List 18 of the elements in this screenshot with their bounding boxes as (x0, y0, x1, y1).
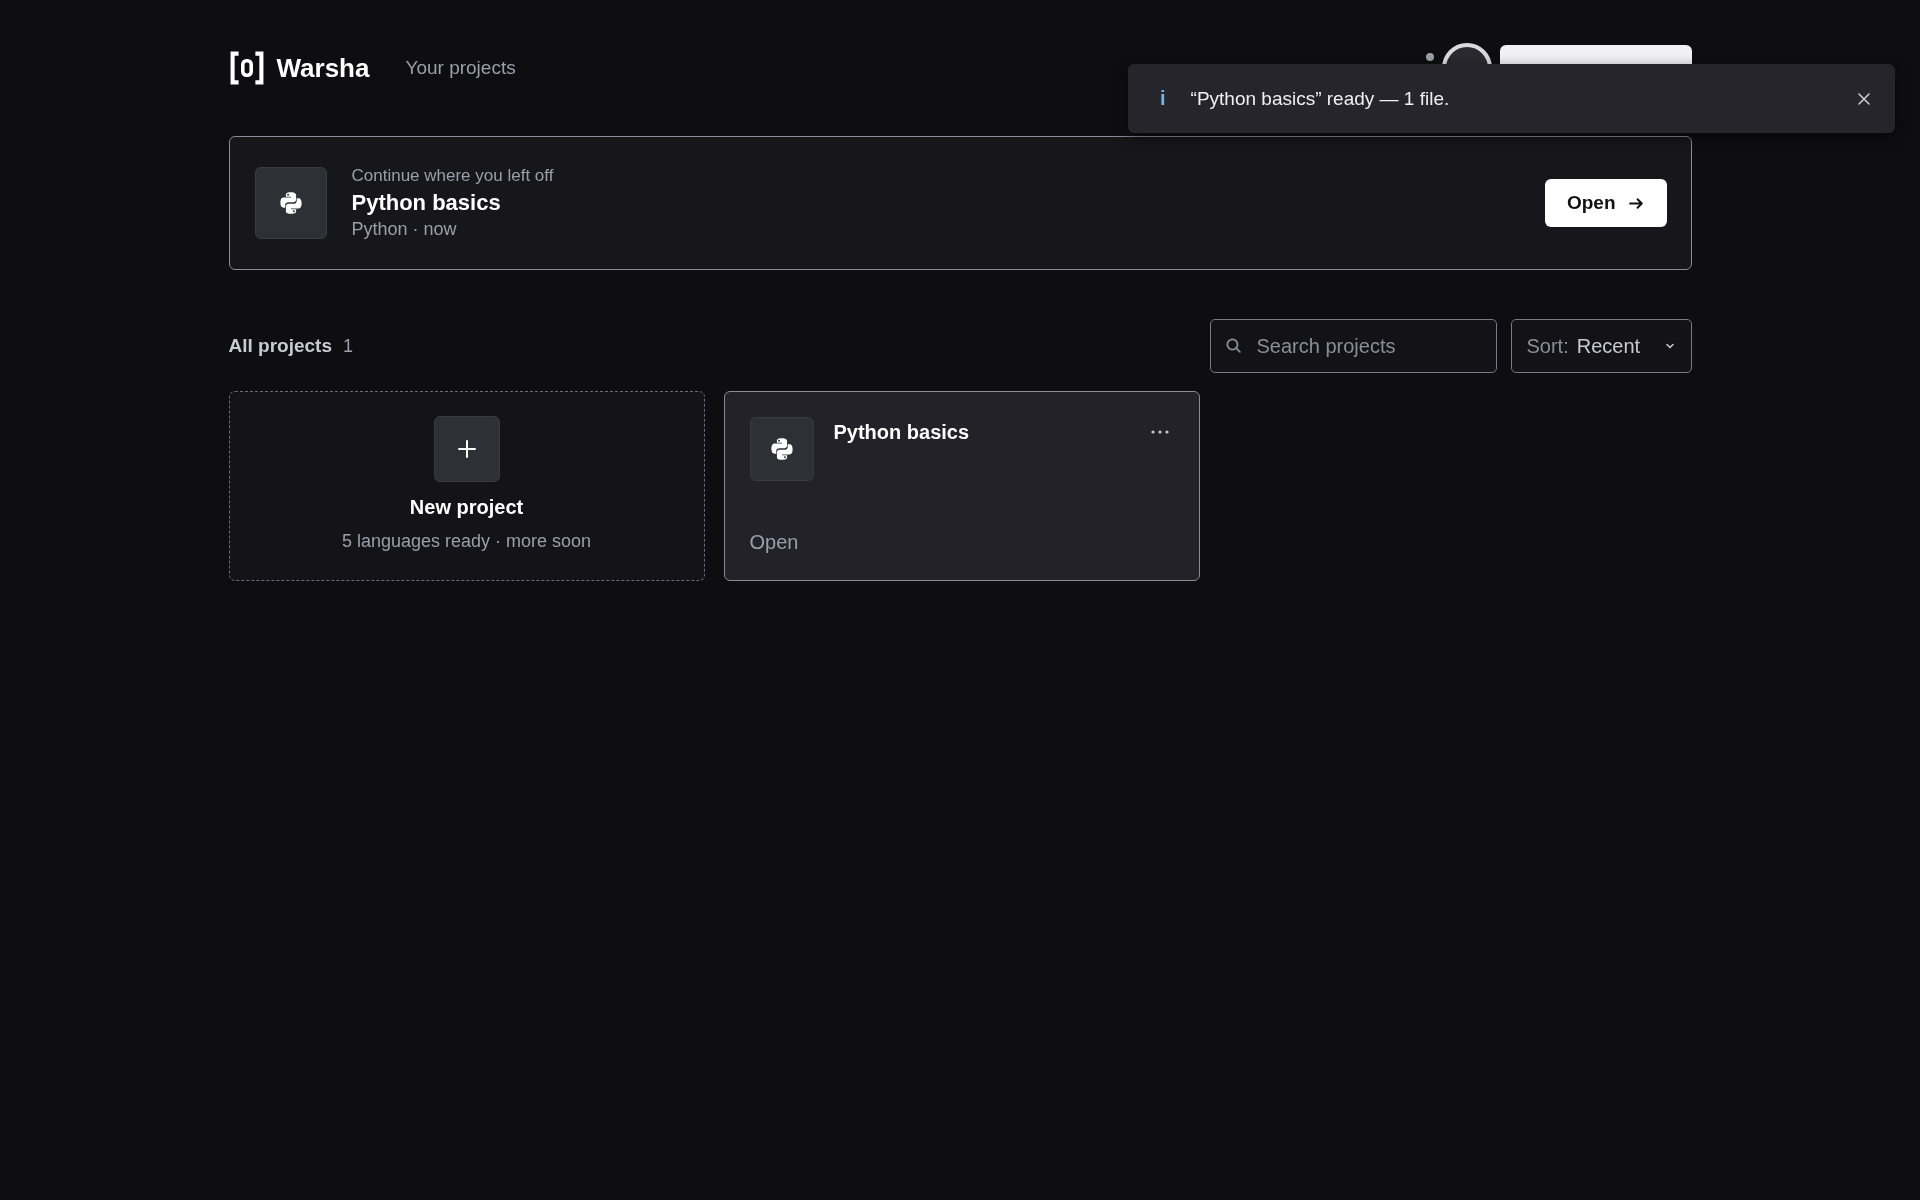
sort-dropdown[interactable]: Sort: Recent (1510, 319, 1692, 373)
section-title: All projects (228, 335, 332, 357)
info-icon: i (1160, 87, 1166, 110)
card-subtitle: 5 languages ready · more soon (341, 531, 592, 552)
new-project-card[interactable]: New project 5 languages ready · more soon (228, 391, 705, 581)
project-meta: Python · now (351, 219, 458, 240)
project-count: 1 (343, 336, 353, 357)
brand-name: Warsha (276, 52, 370, 84)
toast-message: “Python basics” ready — 1 file. (1190, 87, 1450, 110)
card-title: Python basics (833, 421, 970, 444)
card-title: New project (409, 496, 524, 519)
open-button[interactable]: Open (1544, 179, 1667, 227)
project-title: Python basics (351, 190, 502, 216)
continue-caption: Continue where you left off (351, 166, 554, 186)
nav-link[interactable]: Your projects (405, 57, 516, 79)
search-field[interactable]: Search projects (1209, 319, 1497, 373)
project-card[interactable]: Python basics Open (723, 391, 1200, 581)
open-link[interactable]: Open (749, 531, 1174, 554)
